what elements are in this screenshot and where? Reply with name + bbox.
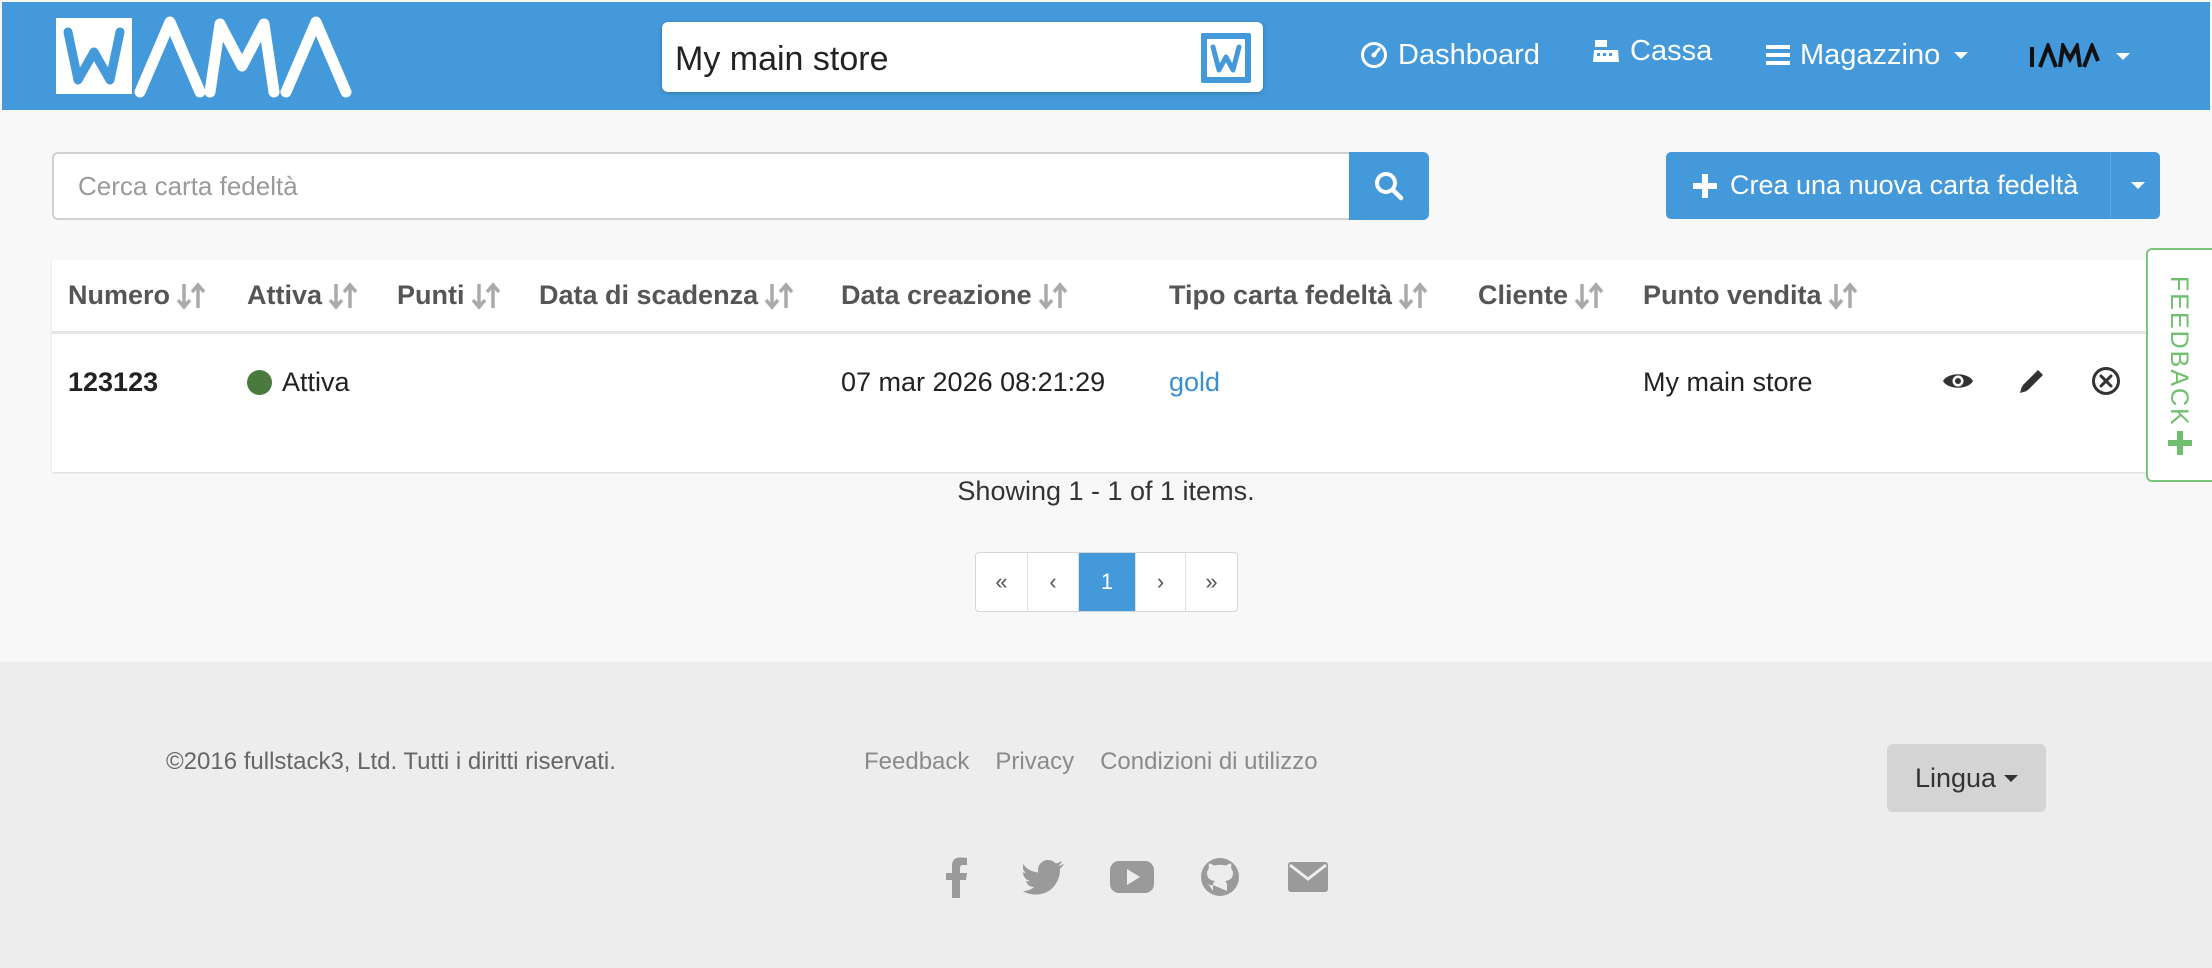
chevron-down-icon xyxy=(2116,52,2130,60)
search-button[interactable] xyxy=(1349,152,1429,220)
footer-link-terms[interactable]: Condizioni di utilizzo xyxy=(1100,748,1317,776)
sort-icon xyxy=(1828,281,1858,310)
cell-data-creazione: 07 mar 2026 08:21:29 xyxy=(841,367,1106,397)
nav-magazzino[interactable]: Magazzino xyxy=(1766,32,1969,78)
nav-cassa[interactable]: Cassa xyxy=(1592,28,1712,74)
chevron-down-icon xyxy=(1954,51,1969,59)
sort-icon xyxy=(1398,281,1428,310)
nav-dashboard-label: Dashboard xyxy=(1398,38,1540,71)
sort-icon xyxy=(471,281,501,310)
pagination: « ‹ 1 › » xyxy=(975,552,1238,612)
search-bar xyxy=(52,152,1429,220)
sort-icon xyxy=(1574,281,1604,310)
column-header-tipo-carta[interactable]: Tipo carta fedeltà xyxy=(1169,280,1428,311)
delete-button[interactable] xyxy=(2088,363,2124,399)
nav-cassa-label: Cassa xyxy=(1630,34,1713,67)
sort-icon xyxy=(328,281,358,310)
close-circle-icon xyxy=(2092,367,2120,395)
column-header-punto-vendita[interactable]: Punto vendita xyxy=(1643,280,1858,311)
footer: ©2016 fullstack3, Ltd. Tutti i diritti r… xyxy=(0,662,2212,968)
column-label: Cliente xyxy=(1478,280,1569,310)
dashboard-icon xyxy=(1361,42,1387,68)
column-label: Punti xyxy=(397,280,465,310)
page-next[interactable]: › xyxy=(1136,553,1186,611)
wama-avatar-icon xyxy=(2030,43,2100,68)
chevron-down-icon xyxy=(2130,182,2145,189)
envelope-icon xyxy=(1288,862,1328,892)
sort-icon xyxy=(1038,281,1068,310)
top-navbar: My main store Dashboard Cassa Magazzino xyxy=(2,2,2210,110)
column-header-numero[interactable]: Numero xyxy=(68,280,206,311)
column-label: Data creazione xyxy=(841,280,1032,310)
table-row: 123123 Attiva 07 mar 2026 08:21:29 gold … xyxy=(52,337,2150,437)
copyright: ©2016 fullstack3, Ltd. Tutti i diritti r… xyxy=(166,748,616,775)
page-current[interactable]: 1 xyxy=(1079,553,1136,611)
column-header-data-scadenza[interactable]: Data di scadenza xyxy=(539,280,794,311)
user-menu[interactable] xyxy=(2028,36,2130,76)
cash-register-icon xyxy=(1593,40,1619,62)
store-selector[interactable]: My main store xyxy=(662,22,1263,92)
plus-icon xyxy=(2168,431,2192,455)
create-loyalty-card-label: Crea una nuova carta fedeltà xyxy=(1730,170,2079,200)
column-header-cliente[interactable]: Cliente xyxy=(1478,280,1604,311)
email-link[interactable] xyxy=(1264,852,1352,902)
column-header-data-creazione[interactable]: Data creazione xyxy=(841,280,1068,311)
plus-icon xyxy=(1693,173,1717,198)
sort-icon xyxy=(176,281,206,310)
eye-icon xyxy=(1943,374,1973,388)
github-icon xyxy=(1201,858,1239,896)
column-label: Attiva xyxy=(247,280,323,310)
view-button[interactable] xyxy=(1940,363,1976,399)
wama-logo[interactable] xyxy=(54,16,374,98)
footer-link-feedback[interactable]: Feedback xyxy=(864,748,969,776)
column-label: Data di scadenza xyxy=(539,280,759,310)
column-label: Punto vendita xyxy=(1643,280,1822,310)
youtube-icon xyxy=(1110,861,1154,893)
page-last[interactable]: » xyxy=(1186,553,1237,611)
footer-links: Feedback Privacy Condizioni di utilizzo xyxy=(864,748,1318,776)
footer-link-privacy[interactable]: Privacy xyxy=(995,748,1074,776)
cell-attiva: Attiva xyxy=(247,367,350,398)
facebook-link[interactable] xyxy=(912,852,1000,902)
facebook-icon xyxy=(946,857,967,898)
search-input[interactable] xyxy=(52,152,1349,220)
status-dot-icon xyxy=(247,370,272,395)
social-links xyxy=(912,852,1352,902)
feedback-tab[interactable]: FEEDBACK xyxy=(2146,248,2212,482)
column-header-punti[interactable]: Punti xyxy=(397,280,501,311)
language-button[interactable]: Lingua xyxy=(1887,744,2046,812)
loyalty-cards-table: Numero Attiva Punti Data di scadenza Dat… xyxy=(52,260,2150,472)
pagination-summary: Showing 1 - 1 of 1 items. xyxy=(957,476,1255,506)
page-first[interactable]: « xyxy=(976,553,1028,611)
sort-icon xyxy=(764,281,794,310)
create-loyalty-card-button-group: Crea una nuova carta fedeltà xyxy=(1666,152,2160,219)
cell-numero: 123123 xyxy=(68,367,159,397)
column-label: Numero xyxy=(68,280,171,310)
page-prev[interactable]: ‹ xyxy=(1028,553,1079,611)
language-label: Lingua xyxy=(1914,762,1997,793)
status-label: Attiva xyxy=(282,367,350,397)
edit-button[interactable] xyxy=(2014,363,2050,399)
twitter-icon xyxy=(1023,860,1064,895)
cell-punto-vendita: My main store xyxy=(1643,367,1813,397)
column-header-attiva[interactable]: Attiva xyxy=(247,280,358,311)
pencil-icon xyxy=(2020,370,2043,393)
bars-icon xyxy=(1766,45,1790,65)
column-label: Tipo carta fedeltà xyxy=(1169,280,1393,310)
feedback-tab-label: FEEDBACK xyxy=(2165,276,2193,427)
create-loyalty-card-button[interactable]: Crea una nuova carta fedeltà xyxy=(1666,152,2110,219)
wama-badge-icon xyxy=(1201,33,1251,83)
github-link[interactable] xyxy=(1176,852,1264,902)
twitter-link[interactable] xyxy=(1000,852,1088,902)
store-name: My main store xyxy=(675,40,889,78)
chevron-down-icon xyxy=(2004,774,2019,782)
nav-magazzino-label: Magazzino xyxy=(1800,38,1941,71)
search-icon xyxy=(1375,172,1404,201)
table-header: Numero Attiva Punti Data di scadenza Dat… xyxy=(52,260,2150,334)
cell-tipo-carta-link[interactable]: gold xyxy=(1169,367,1220,398)
nav-dashboard[interactable]: Dashboard xyxy=(1360,32,1540,78)
create-dropdown-toggle[interactable] xyxy=(2110,152,2160,219)
youtube-link[interactable] xyxy=(1088,852,1176,902)
